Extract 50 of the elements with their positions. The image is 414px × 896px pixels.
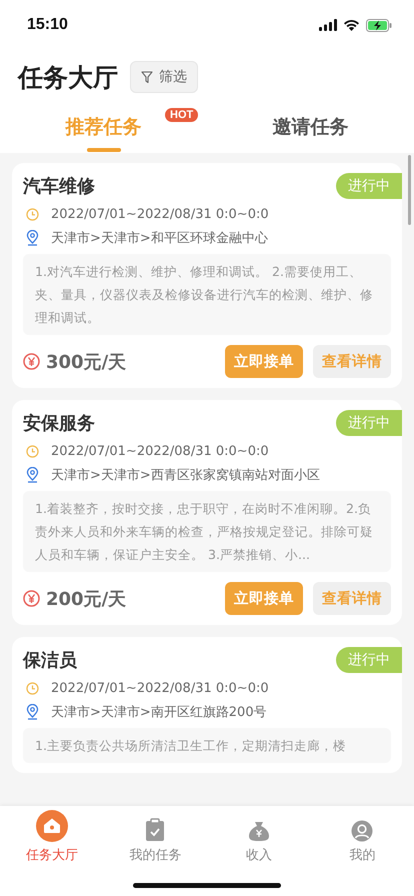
page-title: 任务大厅 <box>18 62 118 94</box>
location-pin-icon <box>26 704 39 720</box>
task-description: 1.主要负责公共场所清洁卫生工作，定期清扫走廊，楼 <box>35 737 348 755</box>
accept-button[interactable]: 立即接单 <box>225 345 303 378</box>
location-pin-icon <box>26 466 39 482</box>
clock-icon <box>26 208 39 221</box>
status-tag: 进行中 <box>336 647 402 673</box>
filter-icon <box>141 70 153 84</box>
nav-item[interactable]: 收入 <box>207 808 310 866</box>
hot-badge: HOT <box>165 108 198 122</box>
task-address: 天津市>天津市>和平区环球金融中心 <box>51 230 268 246</box>
task-price: 300元/天 <box>46 350 126 374</box>
nav-item[interactable]: 我的 <box>310 808 414 866</box>
task-description: 1.对汽车进行检测、维护、修理和调试。 2.需要使用工、夹、量具，仪器仪表及检修设备进行汽车的检测、维护、修理和调试。 <box>35 263 374 327</box>
filter-label: 筛选 <box>159 68 187 86</box>
house-icon <box>36 810 68 842</box>
status-tag: 进行中 <box>336 410 402 436</box>
yuan-coin-icon <box>23 353 40 370</box>
nav-item[interactable]: 任务大厅 <box>0 808 104 866</box>
money-bag-icon <box>248 820 270 842</box>
scrollbar <box>408 155 411 225</box>
status-time: 15:10 <box>27 16 68 34</box>
task-date: 2022/07/01~2022/08/31 0:0~0:0 <box>51 681 269 696</box>
accept-button[interactable]: 立即接单 <box>225 582 303 615</box>
battery-icon <box>366 18 392 32</box>
yuan-coin-icon <box>23 590 40 607</box>
status-tag: 进行中 <box>336 173 402 199</box>
task-title: 保洁员 <box>23 649 77 672</box>
clock-icon <box>26 682 39 695</box>
details-button[interactable]: 查看详情 <box>313 345 391 378</box>
clock-icon <box>26 445 39 458</box>
task-title: 安保服务 <box>23 412 95 435</box>
task-date: 2022/07/01~2022/08/31 0:0~0:0 <box>51 207 269 222</box>
tab[interactable]: 邀请任务 <box>272 108 348 146</box>
nav-item[interactable]: 我的任务 <box>104 808 207 866</box>
signal-icon <box>319 19 337 31</box>
task-description: 1.着装整齐，按时交接，忠于职守，在岗时不准闲聊。2.负责外来人员和外来车辆的检查，严格按规定登记。排除可疑人员和车辆，保证户主安全。 3.严禁推销、小... <box>35 500 374 564</box>
details-button[interactable]: 查看详情 <box>313 582 391 615</box>
task-address: 天津市>天津市>西青区张家窝镇南站对面小区 <box>51 466 320 484</box>
location-pin-icon <box>26 230 39 246</box>
tab-underline <box>86 148 120 152</box>
tab[interactable]: 推荐任务 <box>66 108 142 146</box>
clipboard-icon <box>145 818 166 842</box>
task-price: 200元/天 <box>46 588 126 610</box>
task-title: 汽车维修 <box>23 175 95 198</box>
filter-button[interactable]: 筛选 <box>130 61 198 93</box>
task-date: 2022/07/01~2022/08/31 0:0~0:0 <box>51 444 269 459</box>
wifi-icon <box>343 19 360 31</box>
task-address: 天津市>天津市>南开区红旗路200号 <box>51 704 267 720</box>
user-icon <box>351 820 374 842</box>
